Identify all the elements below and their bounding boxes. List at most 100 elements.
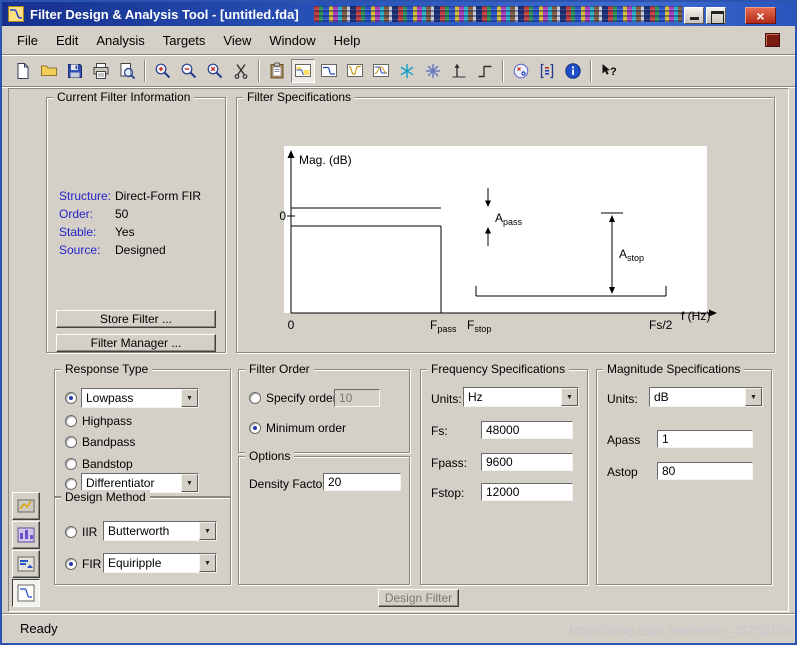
- fpass-input[interactable]: [481, 453, 573, 471]
- order-value: 50: [115, 207, 129, 221]
- filter-order-group: Filter Order Specify order: Minimum orde…: [238, 362, 410, 453]
- freq-units-label: Units:: [431, 392, 462, 406]
- fir-radio[interactable]: [65, 558, 77, 570]
- chevron-down-icon[interactable]: ▼: [181, 389, 198, 407]
- lowpass-select[interactable]: Lowpass ▼: [81, 388, 199, 408]
- highpass-radio[interactable]: [65, 415, 77, 427]
- group-delay-icon[interactable]: [395, 59, 419, 83]
- chevron-down-icon[interactable]: ▼: [199, 554, 216, 572]
- apass-input[interactable]: [657, 430, 753, 448]
- filter-information-icon[interactable]: [561, 59, 585, 83]
- fstop-axis-label: Fstop: [467, 318, 491, 334]
- context-help-icon[interactable]: ?: [597, 59, 621, 83]
- close-button[interactable]: ×: [745, 7, 776, 24]
- app-icon: [8, 6, 24, 22]
- chevron-down-icon[interactable]: ▼: [745, 388, 762, 406]
- scissors-icon[interactable]: [229, 59, 253, 83]
- astop-input[interactable]: [657, 462, 753, 480]
- watermark: https://blog.csdn.net/weixin_43760108: [569, 623, 791, 638]
- store-filter-button[interactable]: Store Filter ...: [56, 310, 216, 328]
- filter-specifications-view-icon[interactable]: [291, 59, 315, 83]
- maximize-button[interactable]: [706, 7, 726, 24]
- filter-spec-diagram: Mag. (dB) 0 Apass Astop 0 Fpass Fstop Fs…: [279, 146, 717, 334]
- menu-analysis[interactable]: Analysis: [87, 29, 153, 52]
- print-icon[interactable]: [89, 59, 113, 83]
- zoom-out-icon[interactable]: [177, 59, 201, 83]
- order-label: Order:: [59, 207, 94, 221]
- fpass-axis-label: Fpass: [430, 318, 457, 334]
- dock-icon[interactable]: [765, 33, 780, 47]
- fs-input[interactable]: [481, 421, 573, 439]
- fstop-input[interactable]: [481, 483, 573, 501]
- new-icon[interactable]: [11, 59, 35, 83]
- group-title: Options: [245, 449, 295, 463]
- fpass-label: Fpass:: [431, 456, 468, 470]
- menu-edit[interactable]: Edit: [47, 29, 87, 52]
- filter-manager-button[interactable]: Filter Manager ...: [56, 334, 216, 352]
- print-preview-icon[interactable]: [115, 59, 139, 83]
- titlebar-artifact: [314, 6, 682, 22]
- fdatool-window: Filter Design & Analysis Tool - [untitle…: [0, 0, 797, 645]
- chevron-down-icon[interactable]: ▼: [199, 522, 216, 540]
- design-filter-icon: [17, 584, 35, 602]
- group-title: Response Type: [61, 362, 153, 376]
- chevron-down-icon[interactable]: ▼: [181, 474, 198, 492]
- impulse-response-icon[interactable]: [447, 59, 471, 83]
- toolbar: ?: [2, 56, 795, 87]
- bandpass-radio[interactable]: [65, 436, 77, 448]
- sidebar-design-filter-button[interactable]: [12, 579, 40, 607]
- clipboard-icon[interactable]: [265, 59, 289, 83]
- freq-units-select[interactable]: Hz ▼: [463, 387, 579, 407]
- save-icon[interactable]: [63, 59, 87, 83]
- bandstop-radio[interactable]: [65, 458, 77, 470]
- zoom-in-icon[interactable]: [151, 59, 175, 83]
- zoom-x-icon[interactable]: [203, 59, 227, 83]
- differentiator-radio[interactable]: [65, 478, 77, 490]
- design-filter-button[interactable]: Design Filter: [378, 589, 459, 607]
- options-group: Options Density Factor:: [238, 449, 410, 585]
- filter-coefficients-icon[interactable]: [535, 59, 559, 83]
- phase-delay-icon[interactable]: [421, 59, 445, 83]
- toolbar-separator: [502, 60, 504, 82]
- sidebar-transform-filter-button[interactable]: [12, 492, 40, 520]
- bandstop-label: Bandstop: [82, 457, 133, 471]
- sidebar-import-filter-button[interactable]: [12, 550, 40, 578]
- minimum-order-radio[interactable]: [249, 422, 261, 434]
- specify-order-radio[interactable]: [249, 392, 261, 404]
- toolbar-separator: [258, 60, 260, 82]
- pole-zero-plot-icon[interactable]: [509, 59, 533, 83]
- phase-response-icon[interactable]: [343, 59, 367, 83]
- menu-targets[interactable]: Targets: [154, 29, 215, 52]
- specify-order-input[interactable]: [334, 389, 380, 407]
- f-axis-label: f (Hz): [681, 309, 710, 323]
- density-factor-input[interactable]: [323, 473, 401, 491]
- menu-file[interactable]: File: [8, 29, 47, 52]
- fs2-axis-label: Fs/2: [649, 318, 673, 332]
- open-icon[interactable]: [37, 59, 61, 83]
- import-filter-icon: [17, 556, 35, 572]
- fir-method-select[interactable]: Equiripple ▼: [103, 553, 217, 573]
- structure-label: Structure:: [59, 189, 112, 203]
- sidebar-quantization-button[interactable]: [12, 521, 40, 549]
- close-icon: ×: [756, 7, 765, 24]
- filter-specifications-group: Filter Specifications Mag. (dB) 0 Apass …: [236, 90, 775, 353]
- step-response-icon[interactable]: [473, 59, 497, 83]
- menu-window[interactable]: Window: [260, 29, 324, 52]
- menu-help[interactable]: Help: [325, 29, 370, 52]
- magnitude-phase-response-icon[interactable]: [369, 59, 393, 83]
- group-title: Magnitude Specifications: [603, 362, 745, 376]
- source-value: Designed: [115, 243, 166, 257]
- chevron-down-icon[interactable]: ▼: [561, 388, 578, 406]
- minimize-button[interactable]: [684, 7, 704, 24]
- window-title: Filter Design & Analysis Tool - [untitle…: [30, 6, 299, 22]
- density-factor-label: Density Factor:: [249, 477, 330, 491]
- menu-view[interactable]: View: [214, 29, 260, 52]
- magnitude-response-icon[interactable]: [317, 59, 341, 83]
- lowpass-radio[interactable]: [65, 392, 77, 404]
- fir-label: FIR: [82, 557, 102, 571]
- group-title: Current Filter Information: [53, 90, 195, 104]
- source-label: Source:: [59, 243, 101, 257]
- iir-method-select[interactable]: Butterworth ▼: [103, 521, 217, 541]
- iir-radio[interactable]: [65, 526, 77, 538]
- mag-units-select[interactable]: dB ▼: [649, 387, 763, 407]
